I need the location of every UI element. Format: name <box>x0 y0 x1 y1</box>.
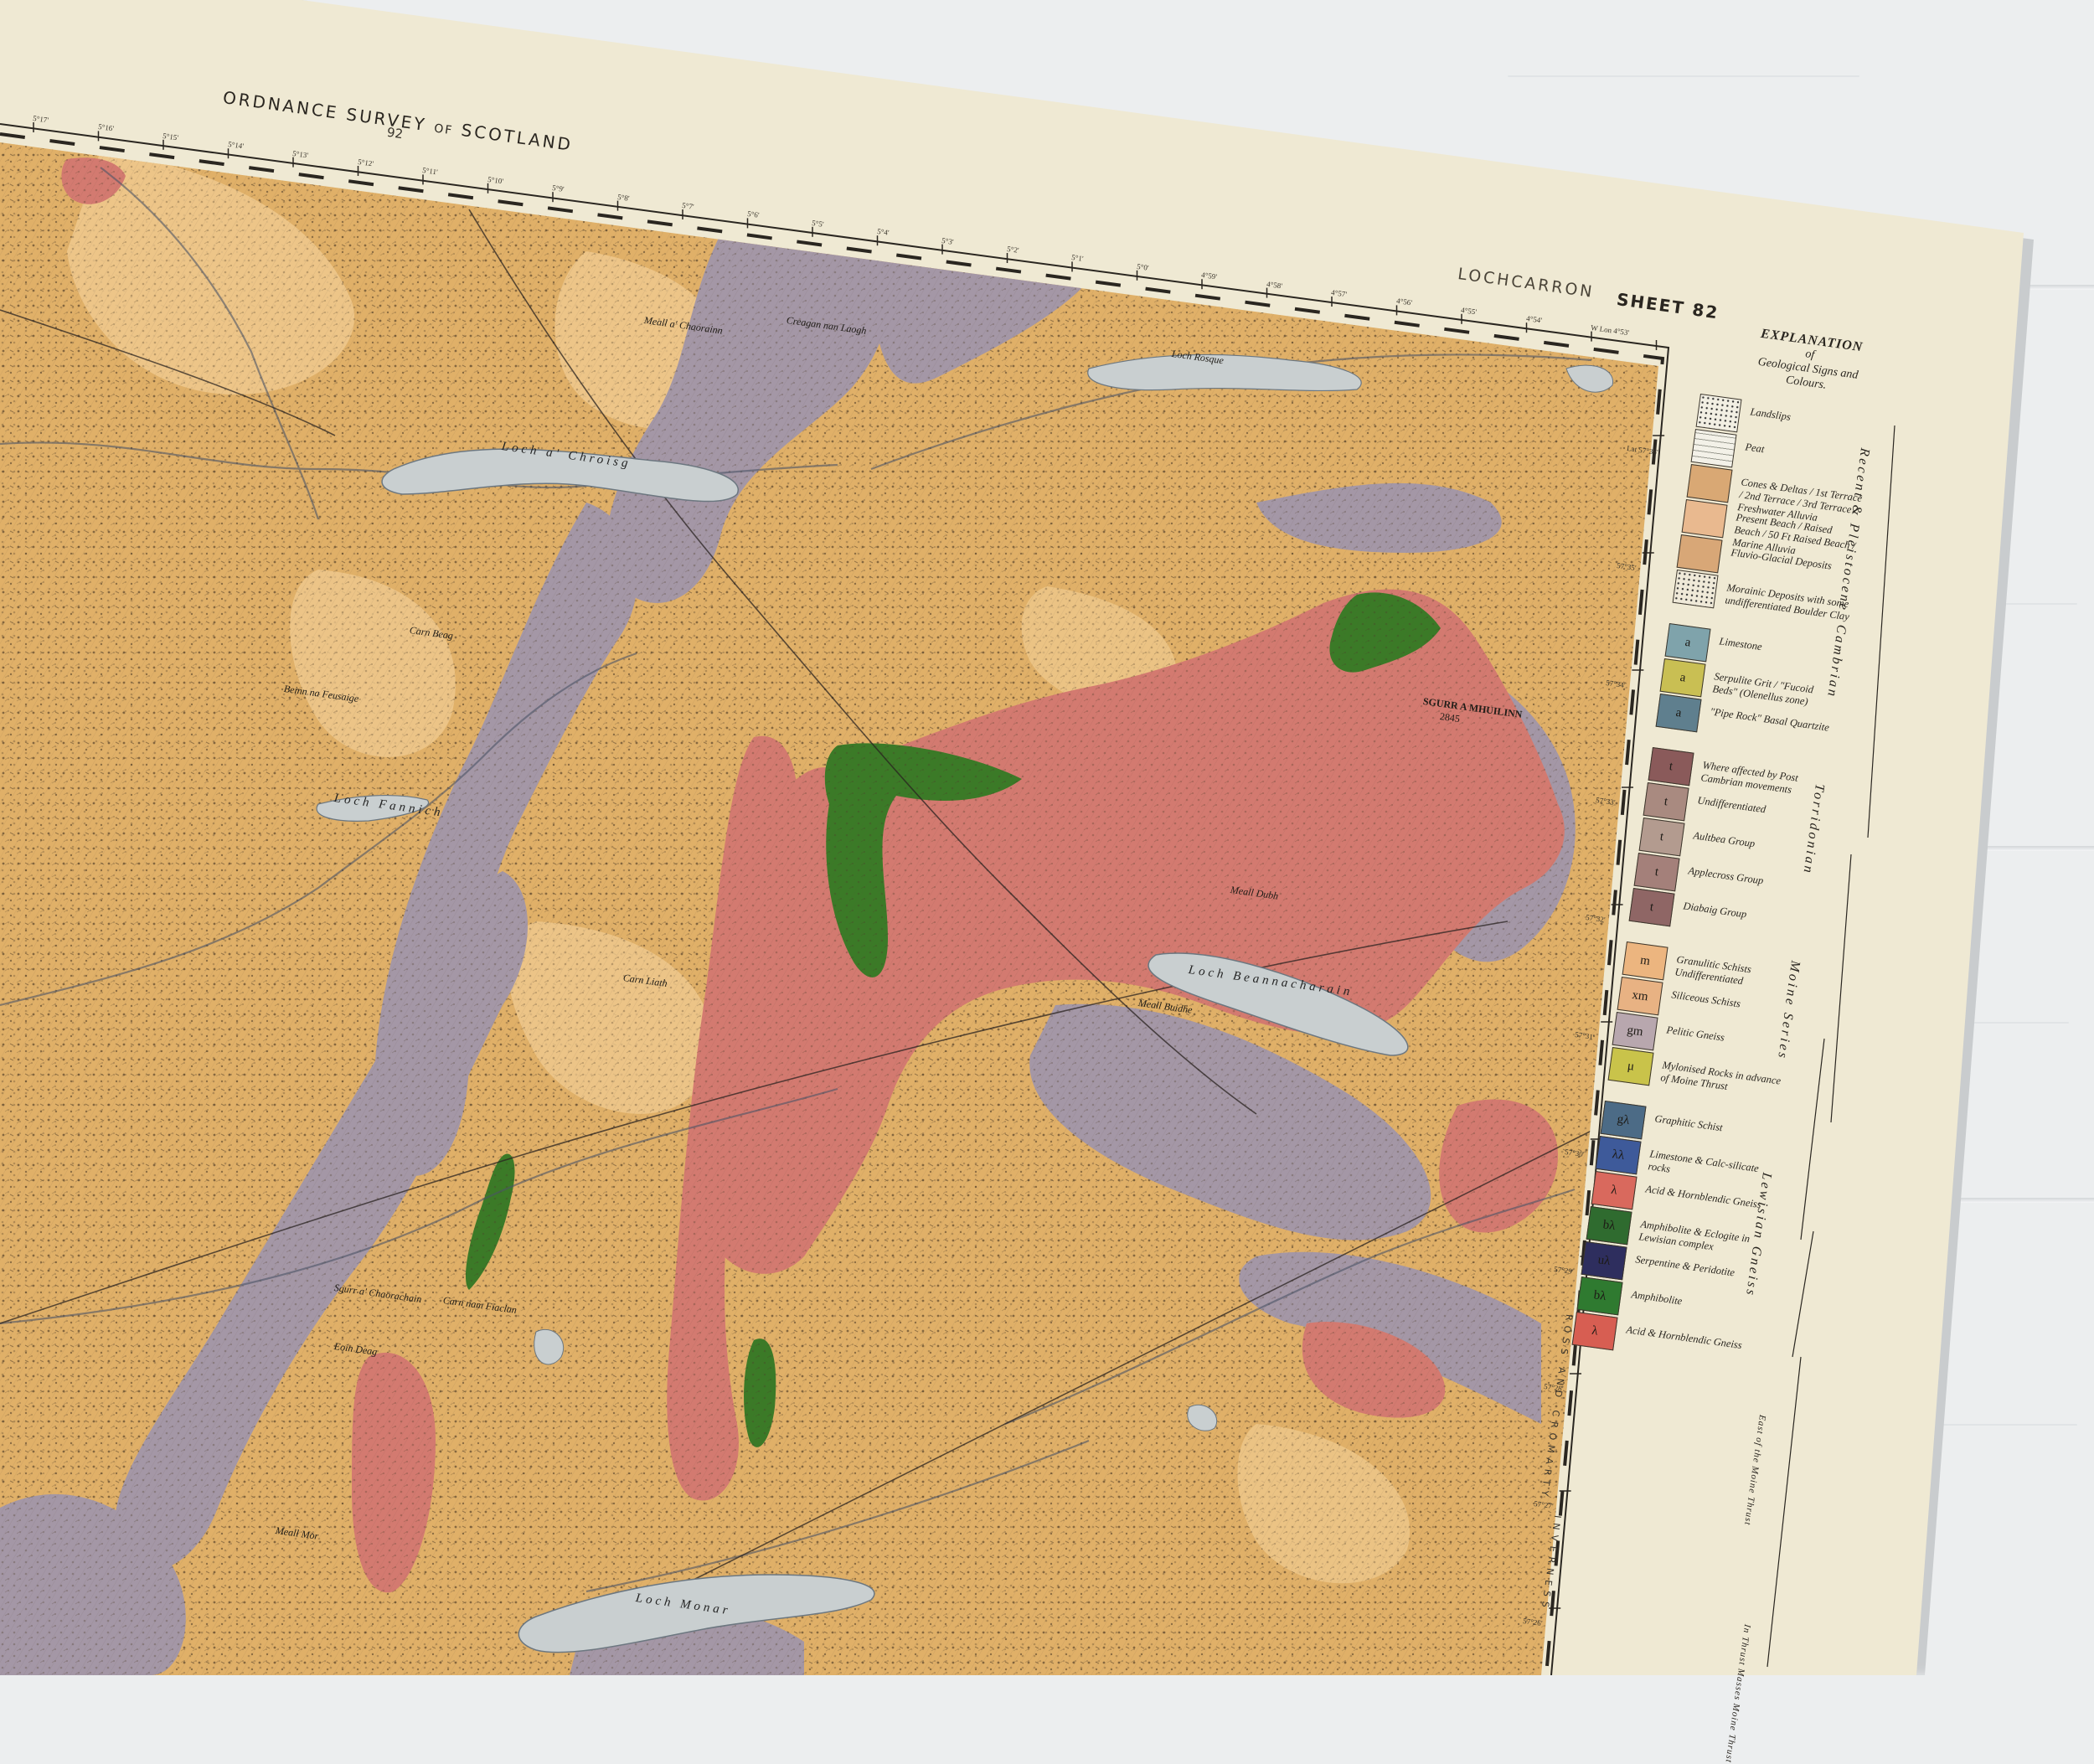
legend-swatch: a <box>1659 658 1706 698</box>
longitude-tick-label: 5°15' <box>162 131 179 142</box>
legend-swatch: λλ <box>1595 1136 1642 1175</box>
longitude-tick-label: 5°4' <box>876 227 890 238</box>
legend-label: Aultbea Group <box>1692 829 1756 850</box>
legend-label: Diabaig Group <box>1683 900 1748 921</box>
longitude-tick-label: 5°0' <box>1136 261 1149 272</box>
legend-swatch: m <box>1622 941 1668 981</box>
legend-symbol: t <box>1668 759 1674 773</box>
longitude-tick-label: 5°2' <box>1006 245 1019 255</box>
legend-symbol: λ <box>1610 1183 1618 1198</box>
longitude-tick-label: 4°58' <box>1266 279 1283 291</box>
legend-symbol: μ <box>1626 1059 1635 1074</box>
longitude-tick-label: 5°9' <box>551 183 565 194</box>
longitude-tick-label: 5°8' <box>616 192 630 203</box>
legend-label: Limestone <box>1718 635 1763 653</box>
legend-symbol: xm <box>1631 988 1649 1003</box>
legend-swatch: a <box>1664 623 1711 663</box>
map-hatching <box>0 142 1658 1675</box>
legend-swatch <box>1695 394 1742 433</box>
legend-label: Pelitic Gneiss <box>1666 1024 1726 1044</box>
legend-symbol: a <box>1684 635 1692 650</box>
longitude-tick-label: 5°5' <box>811 218 825 229</box>
legend-swatch: bλ <box>1576 1277 1623 1316</box>
legend-label: Undifferentiated <box>1697 794 1767 816</box>
legend-symbol: m <box>1638 952 1651 968</box>
legend-swatch: uλ <box>1581 1241 1627 1281</box>
legend-swatch: gλ <box>1600 1101 1647 1140</box>
legend-swatch <box>1681 499 1728 539</box>
legend-swatch <box>1672 570 1719 609</box>
legend-symbol: a <box>1679 670 1687 685</box>
legend-swatch <box>1676 534 1723 574</box>
legend-swatch: μ <box>1607 1047 1654 1086</box>
legend-symbol: λ <box>1591 1323 1599 1338</box>
sheet-number-top: 92 <box>385 124 405 142</box>
legend-label: Amphibolite <box>1630 1288 1683 1308</box>
geological-map <box>0 122 1895 1675</box>
longitude-tick-label: 5°10' <box>487 174 504 186</box>
legend-label: Landslips <box>1749 405 1792 423</box>
legend-swatch: a <box>1655 694 1702 733</box>
longitude-tick-label: 5°13' <box>291 148 309 160</box>
legend-swatch: t <box>1633 853 1680 892</box>
legend-swatch <box>1690 429 1737 468</box>
legend-symbol: gλ <box>1616 1112 1631 1127</box>
legend-swatch: t <box>1638 818 1685 857</box>
longitude-tick-label: 5°7' <box>681 201 695 211</box>
longitude-tick-label: 5°3' <box>941 235 955 246</box>
legend-label: Applecross Group <box>1687 864 1765 887</box>
legend-symbol: λλ <box>1612 1147 1626 1163</box>
legend-symbol: t <box>1653 864 1660 879</box>
legend-swatch: t <box>1643 782 1689 822</box>
legend-swatch: bλ <box>1586 1206 1632 1246</box>
title-of: OF <box>433 121 455 138</box>
legend-swatch: λ <box>1571 1312 1618 1351</box>
legend-swatch: t <box>1628 888 1675 927</box>
legend-symbol: uλ <box>1597 1252 1612 1268</box>
legend-label: Graphitic Schist <box>1653 1112 1724 1134</box>
legend-symbol: t <box>1663 794 1669 808</box>
legend-swatch: xm <box>1617 977 1663 1016</box>
legend-symbol: t <box>1658 829 1664 843</box>
legend-swatch: t <box>1648 747 1694 787</box>
legend-swatch: gm <box>1612 1012 1658 1051</box>
legend-symbol: gm <box>1626 1023 1645 1039</box>
legend-symbol: bλ <box>1601 1217 1617 1233</box>
legend-swatch: λ <box>1591 1171 1638 1210</box>
label-sgurr-a-mhuilinn-height: 2845 <box>1439 710 1461 725</box>
map-body <box>0 142 1658 1675</box>
legend-symbol: a <box>1674 705 1683 720</box>
legend-symbol: bλ <box>1592 1287 1607 1303</box>
legend-swatch <box>1686 464 1733 503</box>
legend-label: Peat <box>1745 441 1766 456</box>
legend-symbol: t <box>1649 900 1655 914</box>
legend-label: Siliceous Schists <box>1670 988 1741 1010</box>
longitude-tick-label: 4°55' <box>1460 305 1478 317</box>
